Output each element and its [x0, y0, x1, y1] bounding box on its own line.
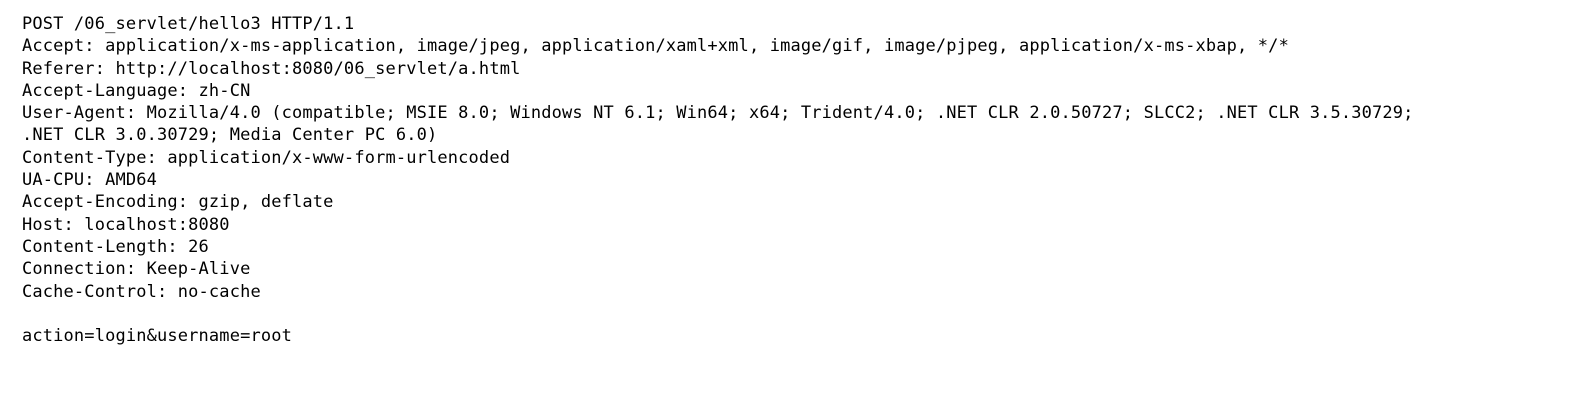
header-body-separator	[22, 303, 1414, 325]
header-accept-encoding: Accept-Encoding: gzip, deflate	[22, 192, 334, 213]
header-referer: Referer: http://localhost:8080/06_servle…	[22, 58, 521, 79]
request-line: POST /06_servlet/hello3 HTTP/1.1	[22, 14, 355, 34]
header-connection: Connection: Keep-Alive	[22, 259, 251, 280]
http-request-text: POST /06_servlet/hello3 HTTP/1.1 Accept: …	[22, 13, 1414, 347]
header-user-agent: User-Agent: Mozilla/4.0 (compatible; MSI…	[22, 103, 1414, 124]
header-accept-language: Accept-Language: zh-CN	[22, 80, 251, 101]
header-user-agent-continued: .NET CLR 3.0.30729; Media Center PC 6.0)	[22, 125, 438, 146]
request-body: action=login&username=root	[22, 326, 293, 347]
header-content-length: Content-Length: 26	[22, 236, 209, 257]
header-accept: Accept: application/x-ms-application, im…	[22, 36, 1289, 57]
header-ua-cpu: UA-CPU: AMD64	[22, 170, 158, 191]
header-cache-control: Cache-Control: no-cache	[22, 281, 261, 302]
header-host: Host: localhost:8080	[22, 214, 230, 235]
header-content-type: Content-Type: application/x-www-form-url…	[22, 147, 511, 168]
